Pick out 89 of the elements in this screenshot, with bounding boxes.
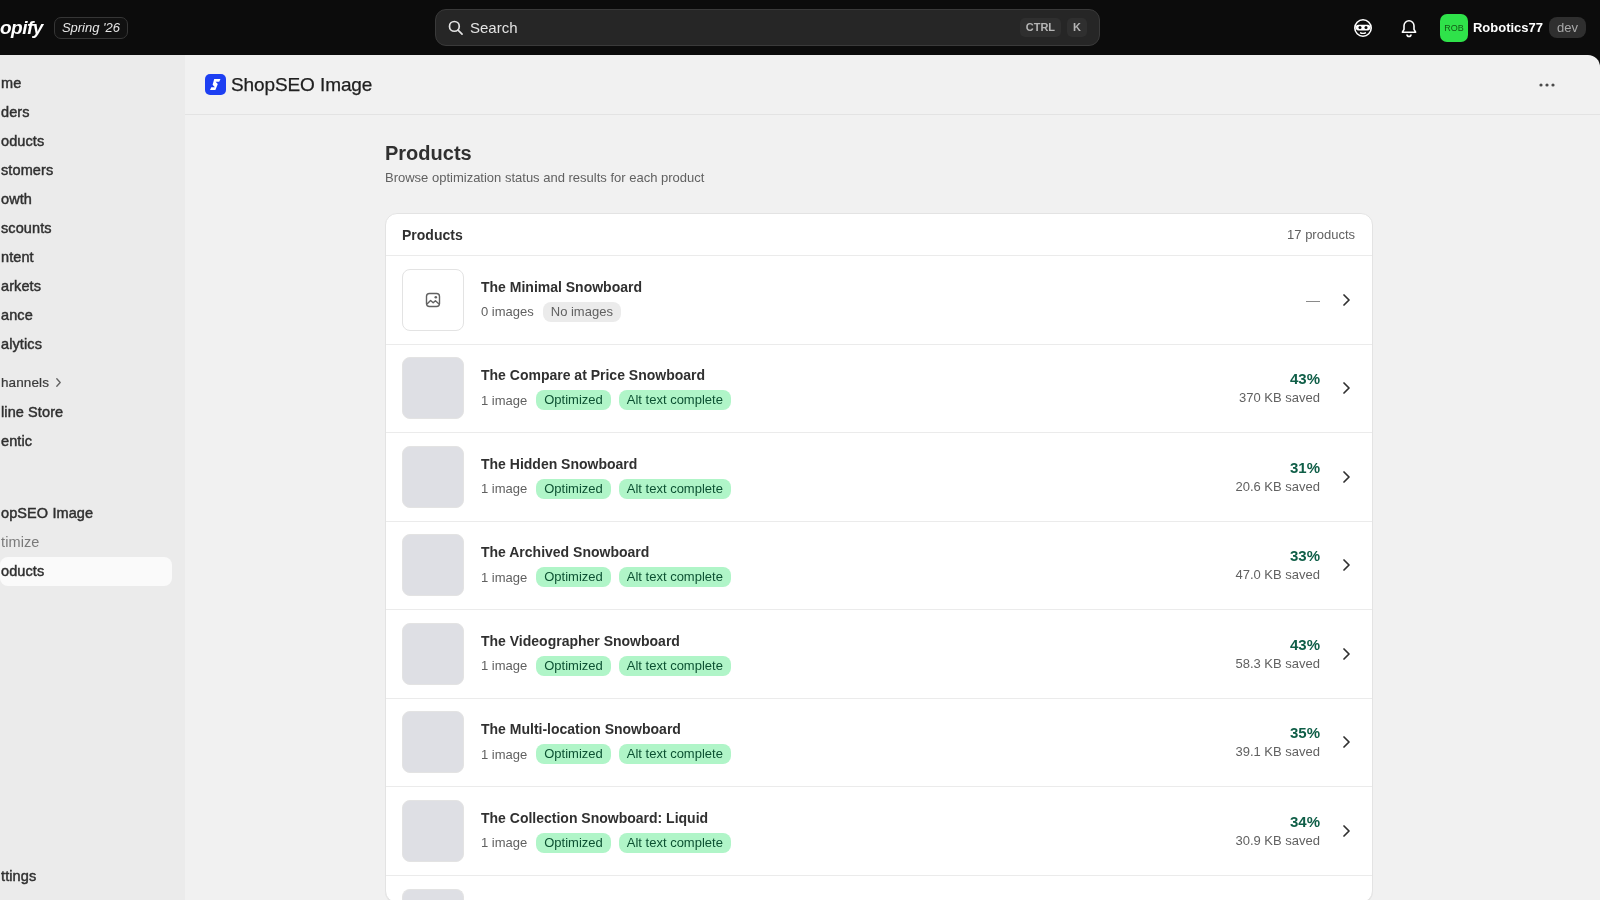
product-name[interactable]: The Multi-location Snowboard (481, 719, 681, 740)
chevron-right-icon (56, 378, 61, 387)
image-count: 1 image (481, 481, 528, 497)
savings-percent: 33% (1289, 547, 1320, 566)
savings-percent: 34% (1289, 812, 1320, 831)
nav-item[interactable]: stomers (0, 155, 172, 184)
shortcut-key: K (1067, 18, 1087, 37)
savings-amount: 39.1 KB saved (1235, 743, 1320, 761)
nav-item[interactable]: entic (0, 426, 172, 455)
savings-amount: 30.9 KB saved (1235, 831, 1320, 849)
app-nav-item[interactable]: opSEO Image (0, 498, 172, 528)
status-badge: Alt text complete (618, 744, 731, 765)
status-badge: No images (542, 301, 621, 322)
status-badge: Alt text complete (618, 390, 731, 411)
chevron-right-icon[interactable] (1343, 470, 1350, 483)
image-count: 1 image (481, 835, 528, 851)
image-count: 1 image (481, 569, 528, 585)
nav-item[interactable]: me (0, 68, 172, 97)
nav-item[interactable]: alytics (0, 329, 172, 358)
environment-badge: dev (1549, 17, 1586, 38)
subnav-item[interactable]: oducts (0, 556, 172, 586)
product-name[interactable]: The Compare at Price Snowboard (481, 365, 706, 386)
savings-percent: 31% (1289, 458, 1320, 477)
nav-item[interactable]: line Store (0, 397, 172, 426)
chevron-right-icon[interactable] (1343, 824, 1350, 837)
chevron-right-icon[interactable] (1343, 382, 1350, 395)
image-count: 1 image (481, 746, 528, 762)
savings-amount: 370 KB saved (1239, 389, 1320, 407)
more-actions-button[interactable] (1539, 82, 1555, 87)
nav-item[interactable]: ntent (0, 242, 172, 271)
savings-percent: 43% (1289, 370, 1320, 389)
card-title: Products (402, 226, 463, 243)
product-name[interactable]: The Collection Snowboard: Liquid (481, 807, 709, 828)
photo-placeholder (402, 799, 464, 862)
chevron-right-icon[interactable] (1343, 736, 1350, 749)
nav-item[interactable]: ttings (0, 861, 172, 890)
nav-item[interactable]: ance (0, 300, 172, 329)
chevron-right-icon[interactable] (1343, 293, 1350, 306)
photo-placeholder (402, 357, 464, 420)
product-name[interactable]: The Videographer Snowboard (481, 630, 680, 651)
app-title: ShopSEO Image (231, 73, 373, 96)
status-badge: Alt text complete (618, 832, 731, 853)
subnav-item[interactable]: timize (0, 527, 172, 557)
nav-item[interactable]: oducts (0, 126, 172, 155)
app-logo-icon (205, 74, 226, 95)
section-header-button[interactable]: hannels (0, 368, 172, 397)
chevron-right-icon[interactable] (1343, 559, 1350, 572)
status-badge: Optimized (536, 567, 611, 588)
user-avatar[interactable]: ROB (1439, 13, 1468, 42)
shortcut-key: CTRL (1019, 18, 1062, 37)
status-badge: Optimized (536, 832, 611, 853)
product-count: 17 products (1287, 227, 1355, 242)
search-icon (448, 20, 463, 35)
savings-amount: 47.0 KB saved (1235, 566, 1320, 584)
no-result-dash: — (1306, 291, 1320, 308)
chevron-right-icon[interactable] (1343, 647, 1350, 660)
savings-percent: 35% (1289, 724, 1320, 743)
photo-placeholder (402, 445, 464, 508)
savings-amount: 58.3 KB saved (1235, 654, 1320, 672)
nav-item[interactable]: owth (0, 184, 172, 213)
status-badge: Alt text complete (618, 478, 731, 499)
store-name[interactable]: Robotics77 (1472, 20, 1544, 35)
status-badge: Optimized (536, 390, 611, 411)
nav-item[interactable]: arkets (0, 271, 172, 300)
photo-placeholder (402, 534, 464, 597)
status-badge: Optimized (536, 744, 611, 765)
page-subtitle: Browse optimization status and results for each product (385, 169, 705, 187)
product-name[interactable]: The Archived Snowboard (481, 542, 650, 563)
dots-icon (1539, 82, 1555, 87)
page-title: Products (385, 141, 472, 165)
nav-item[interactable]: scounts (0, 213, 172, 242)
status-badge: Optimized (536, 655, 611, 676)
status-badge: Optimized (536, 478, 611, 499)
savings-percent: 43% (1289, 635, 1320, 654)
nav-item[interactable]: ders (0, 97, 172, 126)
status-badge: Alt text complete (618, 567, 731, 588)
store-logo[interactable]: opify (0, 16, 43, 39)
image-icon (425, 291, 441, 308)
image-count: 1 image (481, 658, 528, 674)
photo-placeholder (402, 711, 464, 774)
release-badge: Spring '26 (53, 16, 129, 39)
helmet-icon[interactable] (1352, 17, 1373, 38)
image-count: 0 images (481, 304, 534, 320)
savings-amount: 20.6 KB saved (1235, 477, 1320, 495)
status-badge: Alt text complete (618, 655, 731, 676)
product-name[interactable]: The Minimal Snowboard (481, 276, 642, 297)
product-name[interactable]: The Hidden Snowboard (481, 453, 638, 474)
image-count: 1 image (481, 392, 528, 408)
photo-placeholder (402, 622, 464, 685)
